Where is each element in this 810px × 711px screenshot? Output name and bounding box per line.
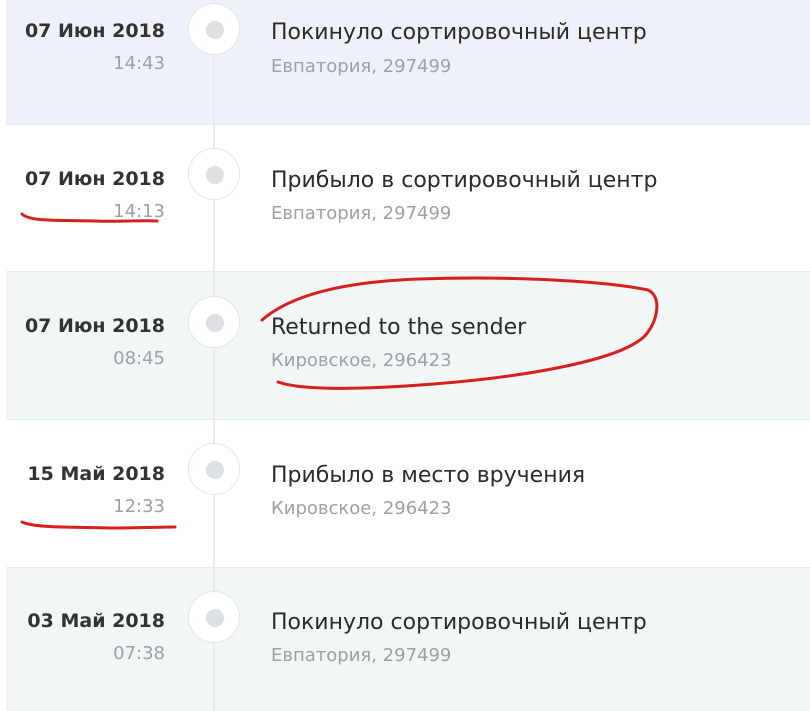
event-title: Покинуло сортировочный центр bbox=[271, 610, 647, 635]
event-place: Евпатория, 297499 bbox=[271, 203, 452, 224]
timeline-dot-icon bbox=[188, 148, 240, 200]
timeline-dot-icon bbox=[188, 591, 240, 643]
timeline-event-1: 07 Июн 2018 14:43 Покинуло сортировочный… bbox=[6, 0, 810, 125]
event-time: 14:13 bbox=[113, 201, 165, 222]
event-place: Кировское, 296423 bbox=[271, 350, 452, 371]
event-time: 14:43 bbox=[113, 53, 165, 74]
timeline-dot-icon bbox=[188, 443, 240, 495]
event-date: 03 Май 2018 bbox=[27, 610, 165, 632]
event-time: 08:45 bbox=[113, 348, 165, 369]
event-title: Покинуло сортировочный центр bbox=[271, 20, 647, 45]
tracking-timeline: 07 Июн 2018 14:43 Покинуло сортировочный… bbox=[0, 0, 810, 711]
event-place: Кировское, 296423 bbox=[271, 498, 452, 519]
event-place: Евпатория, 297499 bbox=[271, 645, 452, 666]
event-title: Returned to the sender bbox=[271, 315, 527, 340]
event-date: 15 Май 2018 bbox=[27, 463, 165, 485]
event-time: 07:38 bbox=[113, 643, 165, 664]
event-title: Прибыло в сортировочный центр bbox=[271, 168, 658, 193]
timeline-event-4: 15 Май 2018 12:33 Прибыло в место вручен… bbox=[6, 420, 810, 568]
event-title: Прибыло в место вручения bbox=[271, 463, 586, 488]
timeline-event-5: 03 Май 2018 07:38 Покинуло сортировочный… bbox=[6, 568, 810, 711]
timeline-dot-icon bbox=[188, 3, 240, 55]
timeline-dot-icon bbox=[188, 296, 240, 348]
event-place: Евпатория, 297499 bbox=[271, 56, 452, 77]
timeline-event-2: 07 Июн 2018 14:13 Прибыло в сортировочны… bbox=[6, 125, 810, 272]
event-date: 07 Июн 2018 bbox=[24, 168, 165, 190]
event-date: 07 Июн 2018 bbox=[24, 20, 165, 42]
event-time: 12:33 bbox=[113, 496, 165, 517]
timeline-event-3: 07 Июн 2018 08:45 Returned to the sender… bbox=[6, 272, 810, 420]
event-date: 07 Июн 2018 bbox=[24, 315, 165, 337]
